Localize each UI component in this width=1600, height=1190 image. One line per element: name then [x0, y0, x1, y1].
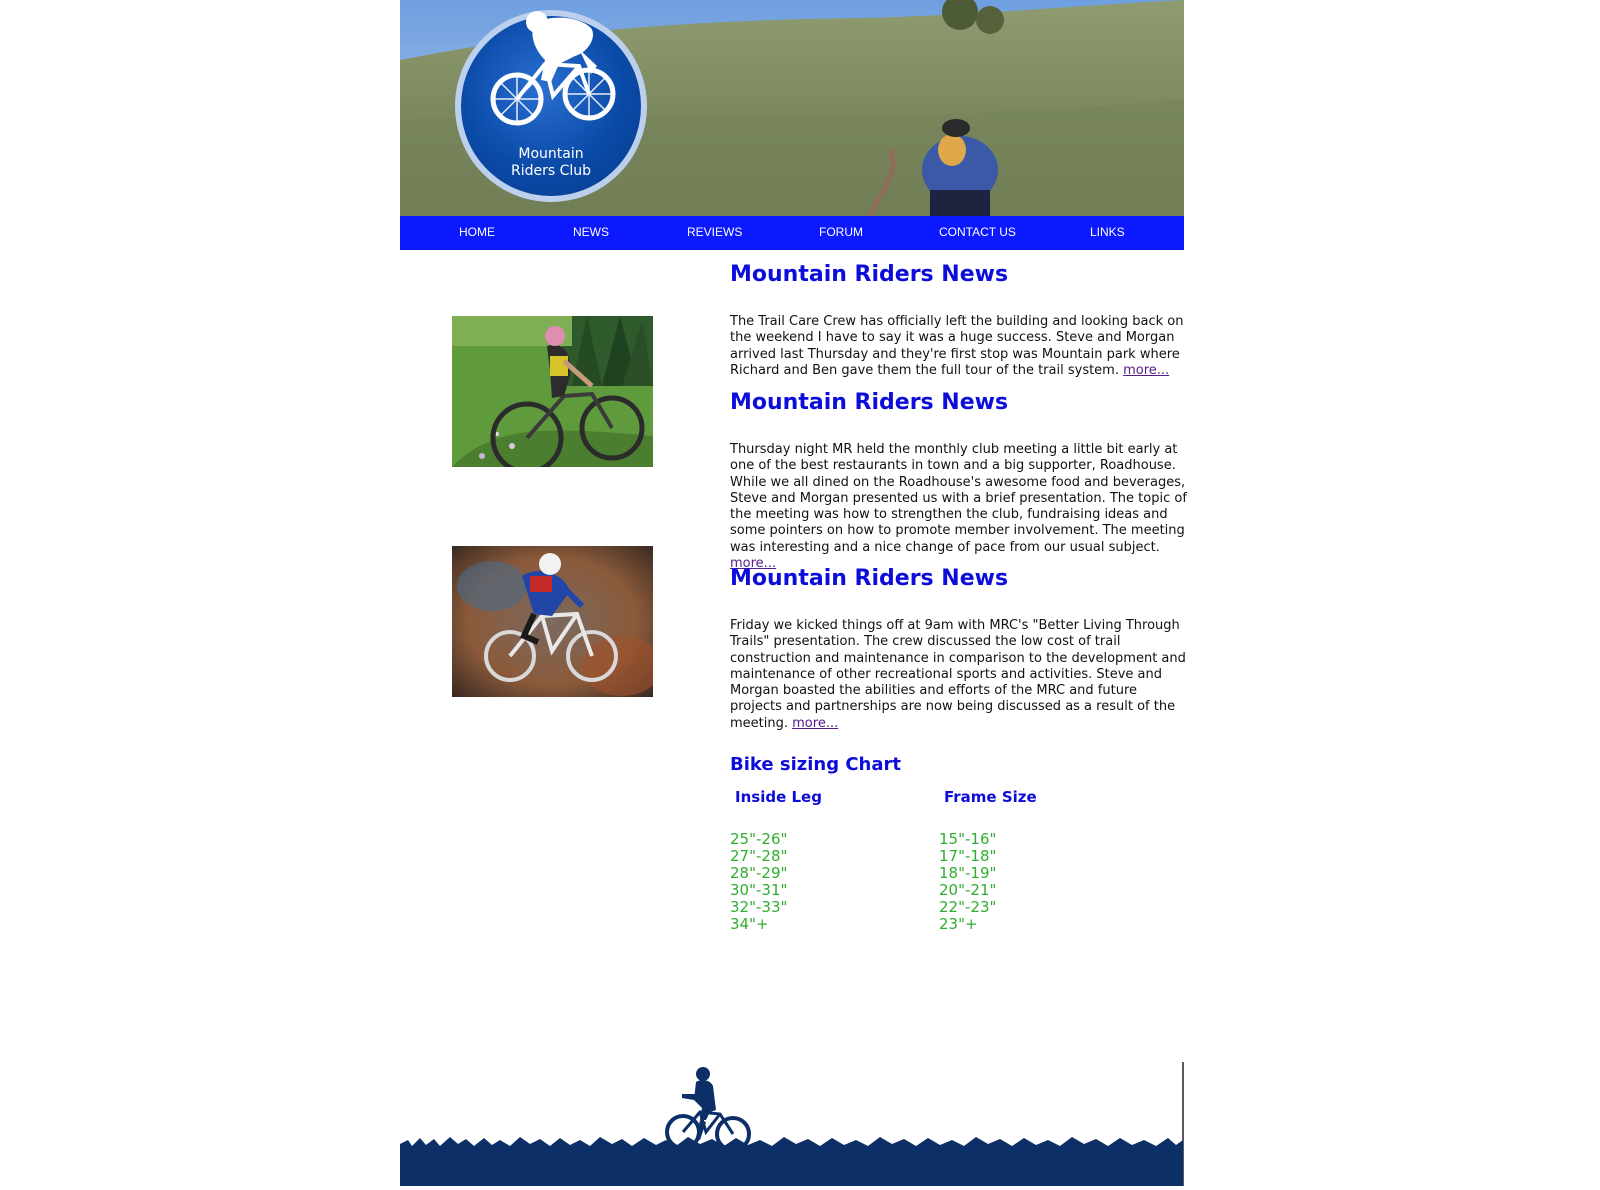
- news-article-body: The Trail Care Crew has officially left …: [730, 314, 1188, 379]
- news-article-body: Friday we kicked things off at 9am with …: [730, 618, 1188, 732]
- nav-home[interactable]: HOME: [459, 225, 495, 239]
- rider-photo-jump: [452, 546, 653, 697]
- frame-value: 18"-19": [939, 864, 997, 882]
- page-wrapper: Mountain Riders Club HOME NEWS REVIEWS F…: [400, 0, 1187, 1186]
- frame-value: 22"-23": [939, 898, 997, 916]
- news-text: The Trail Care Crew has officially left …: [730, 314, 1184, 378]
- frame-value: 20"-21": [939, 881, 997, 899]
- club-logo[interactable]: Mountain Riders Club: [455, 10, 647, 202]
- frame-value: 17"-18": [939, 847, 997, 865]
- sizing-chart-title: Bike sizing Chart: [730, 754, 901, 775]
- footer-silhouette: [400, 1060, 1185, 1186]
- frame-size-values: 15"-16" 17"-18" 18"-19" 20"-21" 22"-23" …: [939, 831, 996, 933]
- leg-value: 34"+: [730, 915, 769, 933]
- inside-leg-values: 25"-26" 27"-28" 28"-29" 30"-31" 32"-33" …: [730, 831, 787, 933]
- logo-text: Mountain Riders Club: [510, 146, 592, 179]
- main-navigation: HOME NEWS REVIEWS FORUM CONTACT US LINKS: [400, 216, 1184, 250]
- leg-value: 30"-31": [730, 881, 788, 899]
- more-link[interactable]: more...: [1123, 363, 1169, 378]
- leg-value: 25"-26": [730, 830, 788, 848]
- frame-value: 15"-16": [939, 830, 997, 848]
- leg-value: 28"-29": [730, 864, 788, 882]
- news-title: Mountain Riders News: [730, 390, 1009, 415]
- nav-news[interactable]: NEWS: [573, 225, 609, 239]
- nav-reviews[interactable]: REVIEWS: [687, 225, 742, 239]
- news-text: Friday we kicked things off at 9am with …: [730, 618, 1186, 731]
- nav-contact-us[interactable]: CONTACT US: [939, 225, 1016, 239]
- frame-size-header: Frame Size: [944, 788, 1037, 806]
- news-article-body: Thursday night MR held the monthly club …: [730, 442, 1188, 572]
- inside-leg-header: Inside Leg: [735, 788, 822, 806]
- news-title: Mountain Riders News: [730, 262, 1009, 287]
- rider-photo-meadow: [452, 316, 653, 467]
- leg-value: 27"-28": [730, 847, 788, 865]
- news-title: Mountain Riders News: [730, 566, 1009, 591]
- more-link[interactable]: more...: [792, 716, 838, 731]
- nav-forum[interactable]: FORUM: [819, 225, 863, 239]
- leg-value: 32"-33": [730, 898, 788, 916]
- frame-value: 23"+: [939, 915, 978, 933]
- header-banner: Mountain Riders Club: [400, 0, 1184, 216]
- news-text: Thursday night MR held the monthly club …: [730, 442, 1187, 555]
- cyclist-icon: [490, 11, 616, 126]
- nav-links[interactable]: LINKS: [1090, 225, 1125, 239]
